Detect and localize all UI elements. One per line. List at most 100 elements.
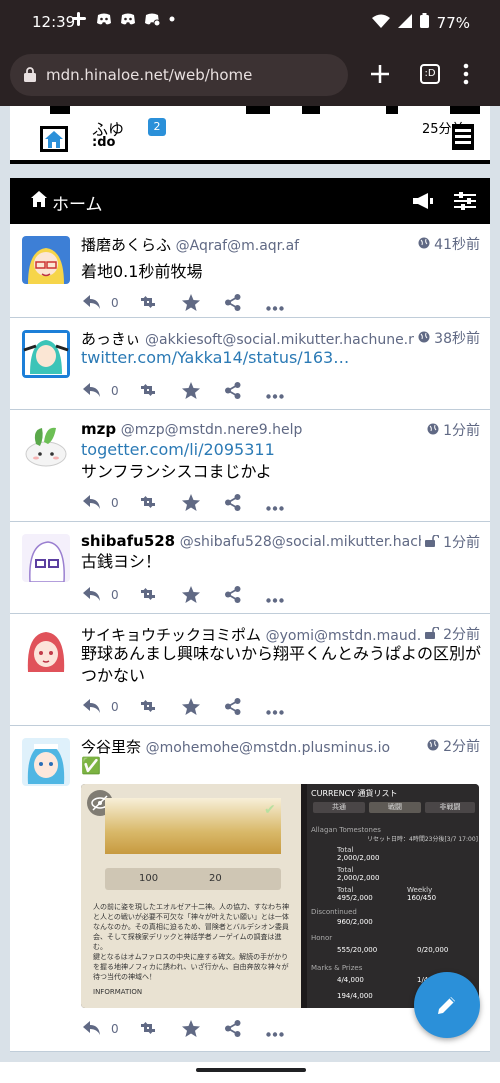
info-label: INFORMATION: [93, 988, 143, 996]
relative-time[interactable]: 38秒前: [413, 328, 480, 348]
new-tab-icon[interactable]: [368, 62, 392, 91]
boost-icon[interactable]: [137, 586, 159, 605]
relative-time[interactable]: 1分前: [420, 532, 480, 552]
time-label[interactable]: 1分前: [443, 535, 480, 551]
boost-icon[interactable]: [137, 698, 159, 717]
reply-icon[interactable]: [82, 294, 102, 313]
status-item[interactable]: mzp @mzp@mstdn.nere9.help 1分前 togetter.c…: [10, 410, 490, 522]
status-header: 今谷里奈 @mohemohe@mstdn.plusminus.io: [81, 736, 481, 756]
display-name[interactable]: mzp: [81, 420, 116, 438]
media-attachment[interactable]: ✔ 100 20 人の前に姿を現したエオルゼア十二神。人の協力、すなわち神と人と…: [81, 784, 479, 1008]
section-label: Marks & Prizes: [311, 964, 363, 972]
header-artifact: [302, 106, 320, 114]
reply-icon[interactable]: [82, 1020, 102, 1039]
announcements-icon[interactable]: [410, 190, 436, 212]
display-name[interactable]: shibafu528: [81, 532, 175, 550]
status-link[interactable]: twitter.com/Yakka14/status/163…: [81, 346, 349, 370]
share-icon[interactable]: [225, 698, 241, 718]
avatar[interactable]: [22, 236, 70, 284]
avatar[interactable]: [22, 330, 70, 378]
time-label[interactable]: 38秒前: [434, 331, 480, 347]
reply-count: 0: [111, 700, 119, 714]
account-handle[interactable]: @shibafu528@social.mikutter.hachun…: [180, 534, 459, 550]
column-settings-icon[interactable]: [452, 190, 478, 212]
header-artifact: [50, 106, 70, 114]
reply-count: 0: [111, 588, 119, 602]
relative-time[interactable]: 1分前: [422, 420, 480, 440]
system-indicators: 77%: [371, 13, 470, 32]
reply-count: 0: [111, 296, 119, 310]
reset-label: リセット日時：4時間23分後[3/7 17:00]: [367, 836, 478, 843]
more-icon[interactable]: [266, 388, 284, 402]
avatar[interactable]: [22, 626, 70, 674]
status-content: サンフランシスコまじかよ: [81, 462, 272, 481]
boost-icon[interactable]: [137, 1020, 159, 1039]
more-icon[interactable]: [266, 300, 284, 314]
currency-row: Total 495/2,000: [337, 886, 373, 902]
header-artifact: [246, 106, 270, 114]
status-item[interactable]: 播磨あくらふ @Aqraf@m.aqr.af 41秒前 着地0.1秒前牧場 0: [10, 224, 490, 318]
status-header: mzp @mzp@mstdn.nere9.help: [81, 420, 481, 440]
favourite-icon[interactable]: [182, 494, 200, 514]
time-label[interactable]: 2分前: [443, 739, 480, 755]
relative-time[interactable]: 2分前: [420, 624, 480, 644]
relative-time[interactable]: 41秒前: [413, 234, 480, 254]
reply-icon[interactable]: [82, 586, 102, 605]
favourite-icon[interactable]: [182, 586, 200, 606]
share-icon[interactable]: [225, 382, 241, 402]
share-icon[interactable]: [225, 586, 241, 606]
share-icon[interactable]: [225, 1020, 241, 1040]
more-icon[interactable]: [266, 704, 284, 718]
time-label[interactable]: 41秒前: [434, 237, 480, 253]
time-label[interactable]: 1分前: [443, 423, 480, 439]
avatar[interactable]: [22, 422, 70, 470]
reward-bar: 100 20: [105, 868, 281, 890]
more-icon[interactable]: [266, 1026, 284, 1040]
notification-icons: [72, 12, 182, 27]
landscape-image: [105, 798, 281, 854]
more-icon[interactable]: [266, 500, 284, 514]
home-icon[interactable]: [40, 126, 68, 152]
unlock-icon: [424, 534, 443, 551]
avatar[interactable]: [22, 738, 70, 786]
status-content: 着地0.1秒前牧場: [81, 262, 203, 281]
display-name[interactable]: 播磨あくらふ: [81, 236, 171, 254]
reply-icon[interactable]: [82, 698, 102, 717]
compose-button[interactable]: [414, 972, 480, 1038]
favourite-icon[interactable]: [182, 294, 200, 314]
favourite-icon[interactable]: [182, 382, 200, 402]
home-gesture-handle[interactable]: [196, 1068, 306, 1072]
tab-switcher-button[interactable]: :D: [420, 64, 440, 84]
account-handle[interactable]: @mzp@mstdn.nere9.help: [121, 422, 303, 438]
relative-time[interactable]: 2分前: [422, 736, 480, 756]
status-link[interactable]: togetter.com/li/2095311: [81, 438, 275, 462]
boost-icon[interactable]: [137, 294, 159, 313]
menu-icon[interactable]: [452, 124, 474, 150]
favourite-icon[interactable]: [182, 698, 200, 718]
home-column-header[interactable]: ホーム: [10, 178, 490, 224]
url-text[interactable]: mdn.hinaloe.net/web/home: [46, 66, 252, 84]
status-item[interactable]: サイキョウチックヨミポム @yomi@mstdn.maud… 2分前 野球あんま…: [10, 614, 490, 726]
more-menu-icon[interactable]: [462, 62, 470, 91]
action-bar: 0: [82, 698, 332, 718]
account-handle[interactable]: @Aqraf@m.aqr.af: [176, 238, 299, 254]
status-item[interactable]: あっきぃ @akkiesoft@social.mikutter.hachune.…: [10, 318, 490, 410]
time-label[interactable]: 2分前: [443, 627, 480, 643]
more-icon[interactable]: [266, 592, 284, 606]
currency-row: Total 2,000/2,000: [337, 866, 380, 882]
account-handle[interactable]: @mohemohe@mstdn.plusminus.io: [146, 740, 390, 756]
share-icon[interactable]: [225, 294, 241, 314]
game-quest-panel: ✔ 100 20 人の前に姿を現したエオルゼア十二神。人の協力、すなわち神と人と…: [81, 784, 301, 1008]
share-icon[interactable]: [225, 494, 241, 514]
status-item[interactable]: shibafu528 @shibafu528@social.mikutter.h…: [10, 522, 490, 614]
avatar[interactable]: [22, 534, 70, 582]
system-status-bar: 12:39 77%: [0, 0, 500, 44]
header-artifact: [450, 106, 480, 114]
favourite-icon[interactable]: [182, 1020, 200, 1040]
boost-icon[interactable]: [137, 494, 159, 513]
boost-icon[interactable]: [137, 382, 159, 401]
lock-icon[interactable]: [24, 67, 36, 82]
reply-icon[interactable]: [82, 382, 102, 401]
address-bar[interactable]: mdn.hinaloe.net/web/home: [10, 54, 348, 96]
reply-icon[interactable]: [82, 494, 102, 513]
